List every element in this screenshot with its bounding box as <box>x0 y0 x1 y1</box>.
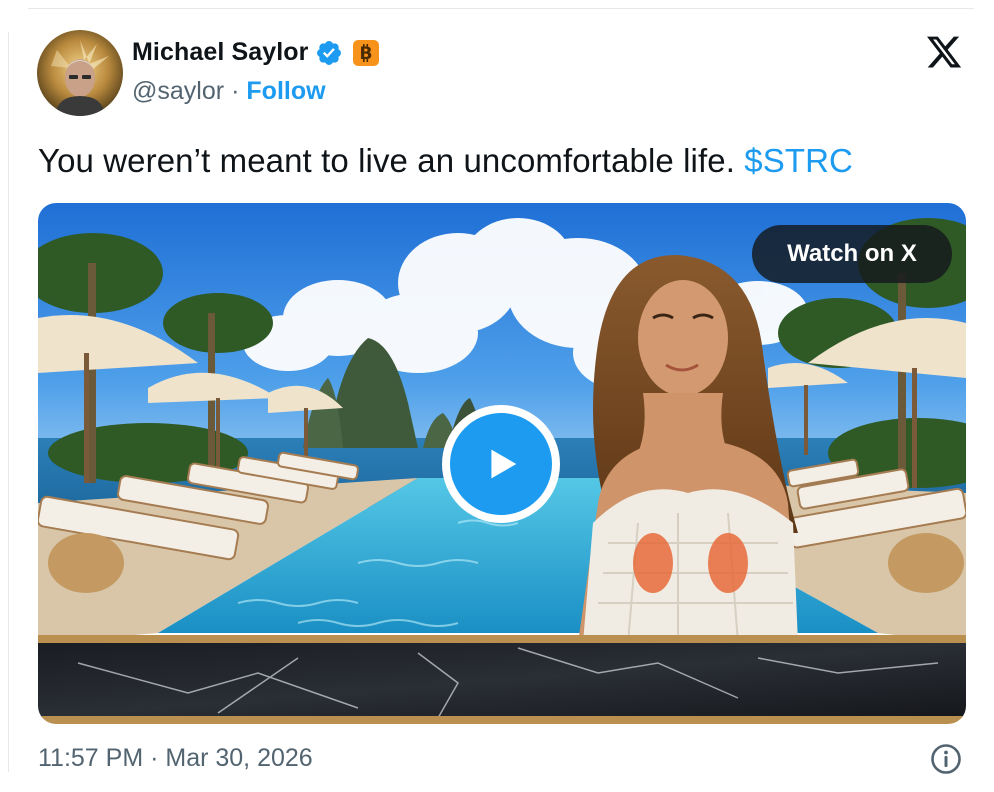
card-border <box>28 8 974 9</box>
watch-on-x-button[interactable]: Watch on X <box>752 225 952 283</box>
author-name[interactable]: Michael Saylor <box>132 38 308 67</box>
verified-badge-icon <box>317 40 342 65</box>
card-border <box>8 32 9 772</box>
video-thumbnail[interactable]: Watch on X <box>38 203 966 724</box>
tweet-text: You weren’t meant to live an uncomfortab… <box>38 142 853 180</box>
avatar[interactable] <box>37 30 123 116</box>
tweet-body: You weren’t meant to live an uncomfortab… <box>38 142 735 179</box>
separator-dot: · <box>231 77 240 105</box>
svg-text:B: B <box>360 44 373 63</box>
author-handle[interactable]: @saylor <box>132 77 224 106</box>
author-handle-row: @saylor · Follow <box>132 77 326 106</box>
tweet-timestamp[interactable]: 11:57 PM · Mar 30, 2026 <box>38 744 313 773</box>
bitcoin-badge-icon: B <box>353 39 380 66</box>
author-name-row: Michael Saylor B <box>132 38 380 67</box>
x-logo-icon[interactable] <box>924 33 964 71</box>
info-icon[interactable] <box>930 743 962 775</box>
cashtag-link[interactable]: $STRC <box>744 142 853 179</box>
play-button[interactable] <box>442 405 560 523</box>
follow-button[interactable]: Follow <box>246 77 325 106</box>
play-icon <box>450 413 552 515</box>
